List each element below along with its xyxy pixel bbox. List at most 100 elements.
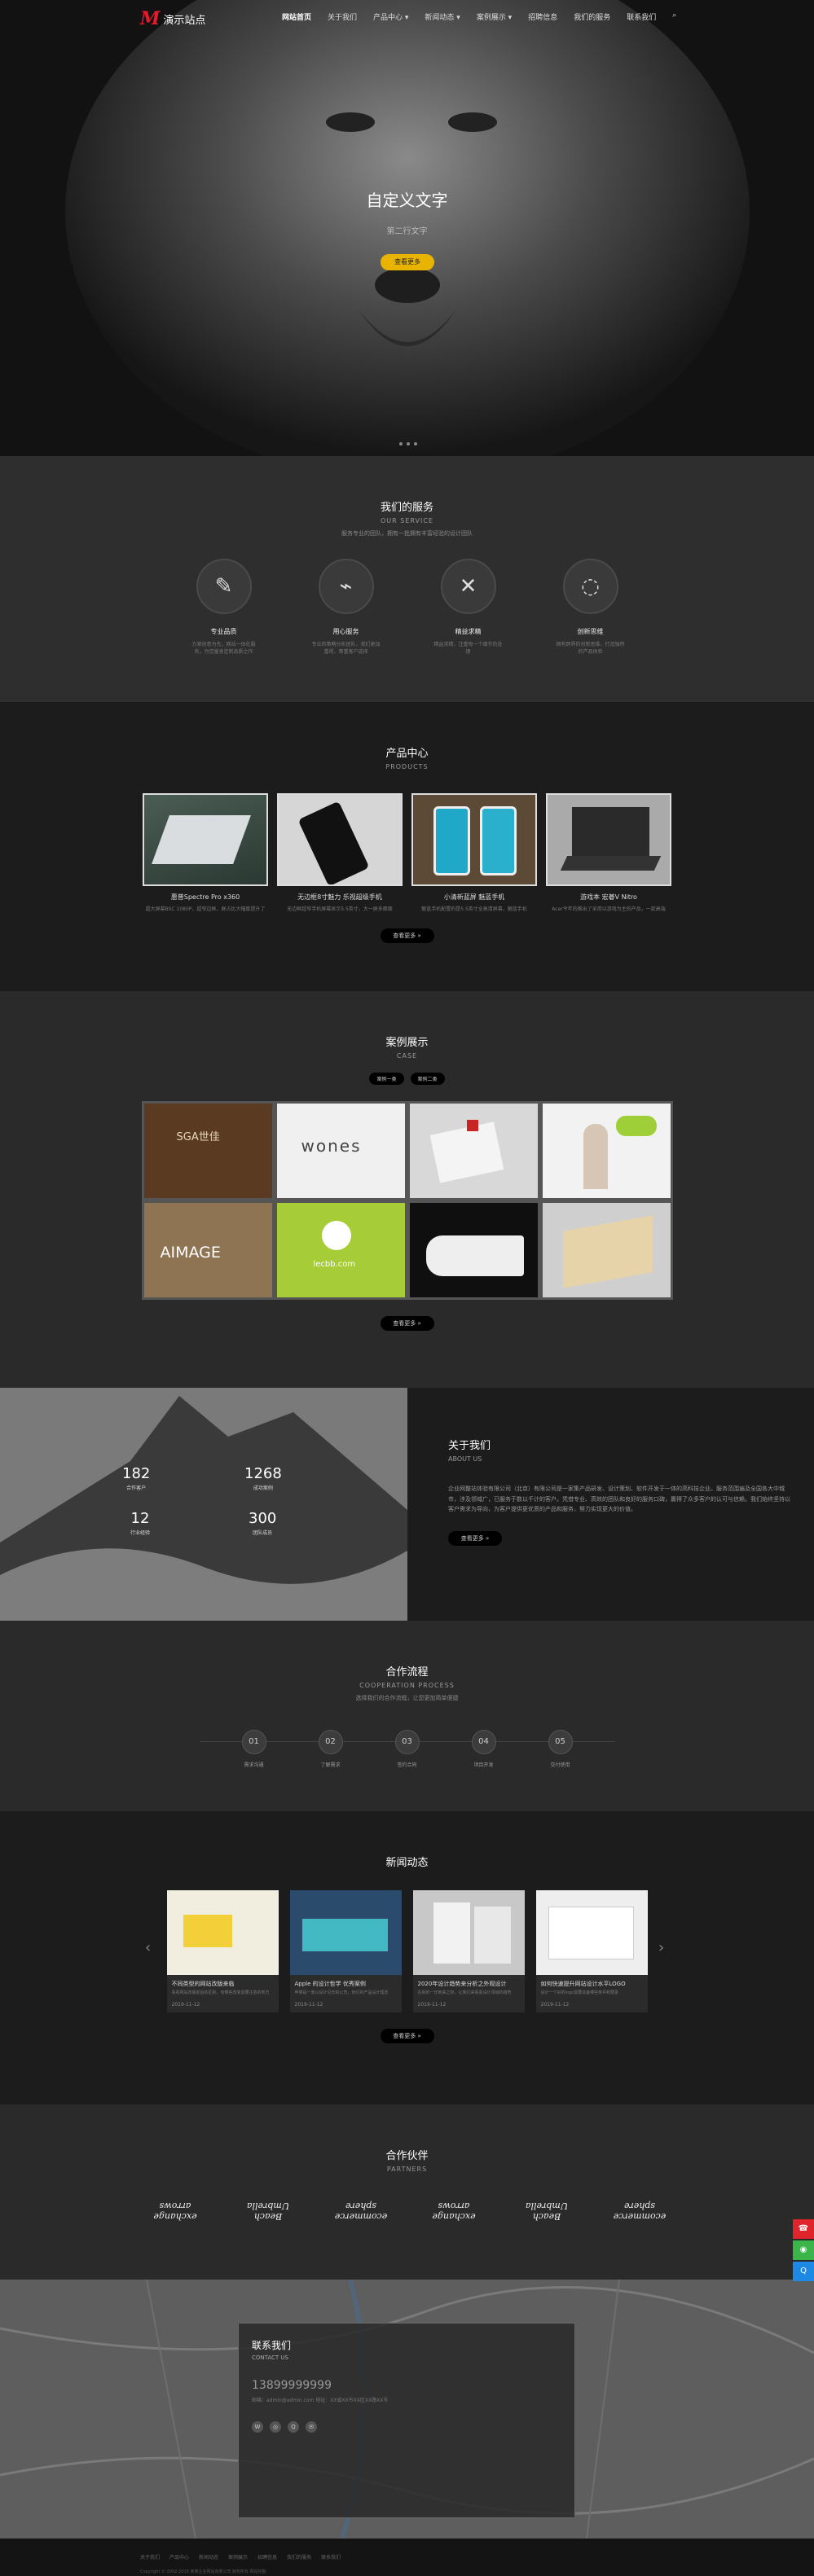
case-tile[interactable] <box>409 1203 538 1297</box>
case-tile[interactable] <box>409 1104 538 1198</box>
partner-logo[interactable]: exchange arrows <box>139 2201 211 2222</box>
partners-title: 合作伙伴 <box>385 2150 429 2162</box>
weibo-icon[interactable]: W <box>252 2420 263 2433</box>
product-card[interactable]: 游戏本 宏碁V Nitro Acer今年的推出了采用以游戏为主的产品，一款高端 <box>546 793 671 912</box>
nav-item-products[interactable]: 产品中心 ▾ <box>365 11 416 22</box>
footer-link[interactable]: 产品中心 <box>169 2555 189 2561</box>
nav-item-about[interactable]: 关于我们 <box>319 11 365 22</box>
service-item[interactable]: ✕ 精益求精 精益求精，注重每一个细节的处理 <box>433 559 504 656</box>
nav-item-home[interactable]: 网站首页 <box>274 11 319 22</box>
news-date: 2019-11-12 <box>171 2001 200 2008</box>
partner-logo[interactable]: Beach Umbrella <box>511 2201 583 2222</box>
products-more-button[interactable]: 查看更多 » <box>380 928 434 943</box>
search-icon[interactable]: ⌕ <box>664 11 684 22</box>
footer-link[interactable]: 我们的服务 <box>287 2555 311 2561</box>
case-tile[interactable]: wones <box>276 1104 405 1198</box>
product-name: 小清新蓝屏 魅蓝手机 <box>443 893 505 901</box>
product-card[interactable]: 小清新蓝屏 魅蓝手机 魅蓝手机配置的是5.5英寸全高清屏幕，魅蓝手机 <box>411 793 537 912</box>
case-tab[interactable]: 案例二类 <box>410 1073 445 1085</box>
news-section: 新闻动态 ‹ 不同类型的网站改版来临 看看网站改版前后的区别，有哪些改变需要注意的… <box>0 1811 814 2104</box>
stat-item: 12 行业经验 <box>130 1510 150 1536</box>
footer-link[interactable]: 招聘信息 <box>257 2555 277 2561</box>
chevron-left-icon[interactable]: ‹ <box>145 1939 151 1956</box>
service-item[interactable]: ⌁ 用心服务 专业的策略分析团队，我们更加重视，尊重客户选择 <box>311 559 381 656</box>
nav-item-contact[interactable]: 联系我们 <box>618 11 664 22</box>
about-subtitle: ABOUT US <box>448 1455 482 1463</box>
news-title-text: Apple 的设计哲学 优秀案例 <box>294 1981 366 1987</box>
product-name: 无边框8寸魅力 乐视超级手机 <box>297 893 382 901</box>
case-tile[interactable]: lecbb.com <box>276 1203 405 1297</box>
news-image <box>166 1890 279 1975</box>
contact-address: 邮箱：admin@admin.com 地址：XX省XX市XX区XX路XX号 <box>252 2398 389 2403</box>
partner-logo[interactable]: exchange arrows <box>418 2201 490 2222</box>
nav-item-service[interactable]: 我们的服务 <box>565 11 618 22</box>
hero-more-button[interactable]: 查看更多 <box>381 254 434 270</box>
case-tab[interactable]: 案例一类 <box>369 1073 404 1085</box>
case-tile[interactable] <box>542 1203 671 1297</box>
stat-label: 团队成员 <box>253 1530 273 1536</box>
news-desc: 苹果是一家以设计见长的公司，他们的产品设计理念 <box>294 1990 389 1995</box>
contact-panel: 联系我们 CONTACT US 13899999999 邮箱：admin@adm… <box>238 2323 575 2518</box>
slider-dot[interactable] <box>399 442 403 445</box>
footer-links: 关于我们 产品中心 新闻动态 案例展示 招聘信息 我们的服务 联系我们 <box>140 2547 814 2562</box>
service-item[interactable]: ◌ 创新思维 拥有跨界的创新思维，打造独特的产品体验 <box>556 559 626 656</box>
stat-item: 1268 成功案例 <box>244 1465 282 1491</box>
wechat-icon[interactable]: ◎ <box>270 2420 281 2433</box>
news-card[interactable]: Apple 的设计哲学 优秀案例 苹果是一家以设计见长的公司，他们的产品设计理念 2… <box>289 1890 402 2012</box>
case-tile[interactable] <box>542 1104 671 1198</box>
map-section[interactable]: 联系我们 CONTACT US 13899999999 邮箱：admin@adm… <box>0 2280 814 2539</box>
service-desc: 方案创意为先，网站一体化服务，为您量身定制品质之作 <box>191 642 256 655</box>
partner-logo[interactable]: Beach Umbrella <box>232 2201 304 2222</box>
nav-item-cases[interactable]: 案例展示 ▾ <box>469 11 520 22</box>
step-label: 了解需求 <box>320 1762 341 1768</box>
product-image <box>277 793 403 886</box>
process-subtitle: COOPERATION PROCESS <box>359 1682 455 1689</box>
qq-icon[interactable]: Q <box>288 2420 299 2433</box>
product-card[interactable]: 惠普Spectre Pro x360 超大屏幕BSC 1080P，超窄边框，屏占… <box>143 793 268 912</box>
footer-link[interactable]: 新闻动态 <box>199 2555 218 2561</box>
services-section: 我们的服务 OUR SERVICE 服务专业的团队，拥有一批拥有丰富经验的设计团… <box>0 456 814 702</box>
news-card[interactable]: 2020年设计趋势来分析之外观设计 在新的一年到来之际，让我们来看看设计领域的趋势… <box>412 1890 525 2012</box>
slider-dot[interactable] <box>414 442 417 445</box>
case-tile[interactable]: SGA世佳 <box>143 1104 272 1198</box>
news-title-text: 2020年设计趋势来分析之外观设计 <box>417 1981 507 1987</box>
cases-more-button[interactable]: 查看更多 » <box>380 1316 434 1331</box>
news-more-button[interactable]: 查看更多 » <box>380 2028 434 2043</box>
partner-logo[interactable]: ecommerce sphere <box>325 2201 397 2222</box>
nav-item-news[interactable]: 新闻动态 ▾ <box>416 11 468 22</box>
footer-link[interactable]: 案例展示 <box>228 2555 248 2561</box>
step-label: 交付使用 <box>550 1762 570 1768</box>
partner-logos: exchange arrows Beach Umbrella ecommerce… <box>0 2201 814 2222</box>
news-card[interactable]: 不同类型的网站改版来临 看看网站改版前后的区别，有哪些改变需要注意的地方 2019-… <box>166 1890 279 2012</box>
news-card[interactable]: 如何快速提升网站设计水平LOGO 设计一个好的logo需要具备哪些条件和要素 201… <box>535 1890 648 2012</box>
partner-logo[interactable]: ecommerce sphere <box>604 2201 675 2222</box>
step-label: 签约合同 <box>397 1762 417 1768</box>
tools-icon: ✕ <box>440 559 496 614</box>
contact-phone: 13899999999 <box>252 2379 332 2392</box>
slider-dot[interactable] <box>407 442 410 445</box>
about-section: 182 合作客户 1268 成功案例 12 行业经验 300 团队成员 关于我们 ABO… <box>0 1388 814 1621</box>
footer-link[interactable]: 关于我们 <box>140 2555 160 2561</box>
news-date: 2019-11-12 <box>540 2001 570 2008</box>
phone-icon[interactable]: ☎ <box>793 2219 814 2239</box>
news-desc: 设计一个好的logo需要具备哪些条件和要素 <box>540 1990 619 1995</box>
site-logo[interactable]: M 演示站点 <box>140 8 205 29</box>
qq-icon[interactable]: Q <box>793 2262 814 2281</box>
news-desc: 看看网站改版前后的区别，有哪些改变需要注意的地方 <box>171 1990 270 1995</box>
case-tile[interactable]: AIMAGE <box>143 1203 272 1297</box>
product-card[interactable]: 无边框8寸魅力 乐视超级手机 无边框超窄手机屏幕显示5.5英寸，大一屏多面面 <box>277 793 403 912</box>
nav-item-jobs[interactable]: 招聘信息 <box>520 11 565 22</box>
process-step: 05 交付使用 <box>540 1730 581 1768</box>
service-name: 用心服务 <box>332 628 359 635</box>
service-item[interactable]: ✎ 专业品质 方案创意为先，网站一体化服务，为您量身定制品质之作 <box>189 559 259 656</box>
product-image <box>546 793 671 886</box>
about-title: 关于我们 <box>448 1440 491 1452</box>
about-more-button[interactable]: 查看更多 » <box>448 1530 502 1546</box>
footer-link[interactable]: 联系我们 <box>321 2555 341 2561</box>
step-label: 项目开发 <box>473 1762 494 1768</box>
wechat-icon[interactable]: ◉ <box>793 2240 814 2260</box>
step-number: 02 <box>318 1730 343 1754</box>
process-step: 02 了解需求 <box>310 1730 351 1768</box>
mail-icon[interactable]: ✉ <box>306 2420 317 2433</box>
chevron-right-icon[interactable]: › <box>658 1939 664 1956</box>
